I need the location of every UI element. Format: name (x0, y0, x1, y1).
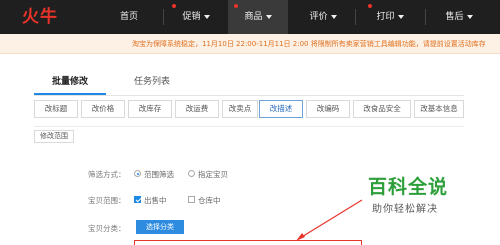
nav-item-label: 打印 (376, 12, 395, 22)
chevron-down-icon (330, 14, 337, 19)
edit-title-button[interactable]: 改标题 (34, 100, 78, 118)
notification-dot-icon (172, 4, 176, 8)
nav-item-label: 促销 (182, 12, 201, 22)
top-nav-bar: 火牛 首页 促销 商品 评价 打印 售后 (0, 0, 500, 34)
checkbox-label: 出售中 (144, 196, 167, 205)
select-category-button[interactable]: 选择分类 (136, 220, 184, 234)
nav-item-reviews[interactable]: 评价 (296, 0, 350, 34)
annotation-arrow-icon (296, 199, 363, 241)
edit-stock-button[interactable]: 改库存 (128, 100, 172, 118)
nav-item-print[interactable]: 打印 (362, 0, 418, 34)
nav-item-promotion[interactable]: 促销 (166, 0, 226, 34)
tab-task-list[interactable]: 任务列表 (116, 72, 188, 92)
nav-item-products[interactable]: 商品 (228, 0, 288, 34)
radio-specific-item[interactable] (188, 170, 195, 177)
notice-banner: 淘宝为保障系统稳定，11月10日 22:00-11月11日 2:00 将限制所有… (0, 34, 500, 54)
tab-divider (34, 95, 464, 96)
nav-divider (425, 9, 426, 25)
nav-item-after-sales[interactable]: 售后 (432, 0, 486, 34)
notification-dot-icon (234, 4, 238, 8)
chevron-down-icon (466, 14, 473, 19)
edit-price-button[interactable]: 改价格 (81, 100, 125, 118)
watermark-title: 百科全说 (368, 176, 449, 198)
edit-food-safety-button[interactable]: 改食品安全 (353, 100, 411, 118)
notification-dot-icon (368, 4, 372, 8)
chevron-down-icon (203, 14, 210, 19)
chevron-down-icon (265, 14, 272, 19)
tab-batch-edit[interactable]: 批量修改 (34, 72, 106, 92)
edit-selling-points-button[interactable]: 改卖点 (222, 100, 258, 118)
filter-method-label: 筛选方式： (88, 170, 126, 179)
nav-item-label: 商品 (244, 12, 263, 22)
watermark-subtitle: 助你轻松解决 (372, 204, 438, 215)
nav-item-label: 售后 (445, 12, 464, 22)
checkbox-in-warehouse[interactable] (188, 196, 195, 203)
nav-item-label: 首页 (119, 12, 138, 22)
notice-text: 淘宝为保障系统稳定，11月10日 22:00-11月11日 2:00 将限制所有… (132, 40, 486, 48)
radio-range-filter[interactable] (134, 170, 141, 177)
checkbox-label: 仓库中 (198, 196, 221, 205)
edit-shipping-button[interactable]: 改运费 (175, 100, 219, 118)
nav-item-label: 评价 (309, 12, 328, 22)
section-title: 修改范围 (34, 130, 74, 143)
edit-basic-info-button[interactable]: 改基本信息 (414, 100, 464, 118)
edit-description-button[interactable]: 改描述 (259, 100, 303, 118)
brand-logo[interactable]: 火牛 (22, 6, 74, 28)
nav-divider (163, 9, 164, 25)
radio-label: 指定宝贝 (198, 170, 228, 179)
nav-divider (355, 9, 356, 25)
nav-item-home[interactable]: 首页 (108, 0, 150, 34)
edit-code-button[interactable]: 改编码 (306, 100, 350, 118)
item-range-label: 宝贝范围： (88, 196, 126, 205)
item-category-label: 宝贝分类： (88, 224, 126, 233)
chevron-down-icon (397, 14, 404, 19)
checkbox-on-sale[interactable] (134, 196, 141, 203)
active-tab-indicator (34, 93, 106, 95)
radio-label: 范围筛选 (144, 170, 174, 179)
